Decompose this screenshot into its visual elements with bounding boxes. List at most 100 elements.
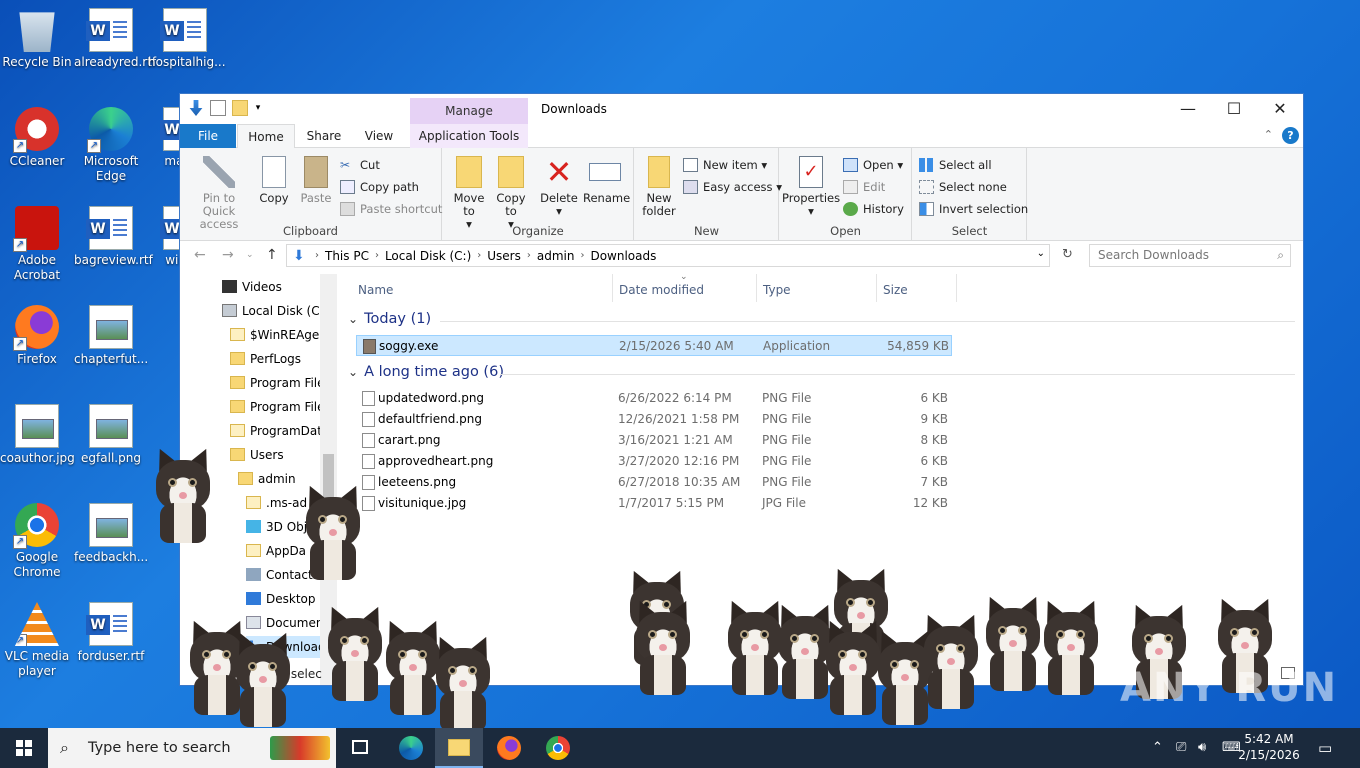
search-input[interactable]: Search Downloads ⌕: [1089, 244, 1291, 267]
desktop-icon-firefox[interactable]: Firefox: [0, 305, 74, 367]
customize-dropdown-icon[interactable]: ▾: [254, 100, 262, 116]
desktop-icon-coauthor[interactable]: coauthor.jpg: [0, 404, 75, 466]
taskbar-chrome[interactable]: [533, 728, 581, 768]
copy-to-button[interactable]: Copy to ▾: [491, 156, 531, 231]
select-all-button[interactable]: Select all: [919, 156, 992, 174]
desktop-icon-bagreview[interactable]: bagreview.rtf: [74, 206, 153, 268]
copy-button[interactable]: Copy: [254, 156, 294, 205]
desktop-icon-hospitalhig[interactable]: hospitalhig...: [148, 8, 226, 70]
file-row[interactable]: approvedheart.png 3/27/2020 12:16 PM PNG…: [356, 451, 952, 472]
help-icon[interactable]: ?: [1282, 127, 1299, 144]
nav-item-programdata[interactable]: ProgramData: [230, 420, 329, 442]
move-to-button[interactable]: Move to ▾: [449, 156, 489, 231]
desktop-icon-alreadyred[interactable]: alreadyred.rtf: [74, 8, 156, 70]
pin-quick-access-button[interactable]: Pin to Quick access: [186, 156, 252, 231]
breadcrumb-local-disk[interactable]: Local Disk (C:): [385, 249, 471, 263]
start-button[interactable]: [0, 728, 48, 768]
select-none-button[interactable]: Select none: [919, 178, 1007, 196]
breadcrumb-this-pc[interactable]: This PC: [325, 249, 369, 263]
copy-path-button[interactable]: Copy path: [340, 178, 419, 196]
column-header-name[interactable]: Name: [358, 283, 393, 297]
nav-item-admin[interactable]: admin: [238, 468, 296, 490]
tab-home[interactable]: Home: [237, 124, 295, 149]
show-hidden-icons-button[interactable]: ⌃: [1152, 728, 1166, 768]
tab-share[interactable]: Share: [298, 124, 350, 148]
taskbar-search-box[interactable]: ⌕ Type here to search: [48, 728, 336, 768]
edge-icon: [87, 107, 133, 153]
delete-button[interactable]: ✕ Delete ▾: [539, 156, 579, 218]
desktop-icon-vlc[interactable]: VLC media player: [0, 602, 74, 679]
desktop-icon-chapterfut[interactable]: chapterfut...: [74, 305, 148, 367]
properties-button[interactable]: ✓ Properties ▾: [782, 156, 840, 218]
group-header-long-ago[interactable]: A long time ago (6): [348, 364, 504, 380]
new-item-button[interactable]: New item ▾: [683, 156, 767, 174]
desktop-icon-chrome[interactable]: Google Chrome: [0, 503, 74, 580]
nav-item-perflogs[interactable]: PerfLogs: [230, 348, 301, 370]
cut-label: Cut: [360, 158, 380, 172]
volume-icon[interactable]: 🔊︎: [1198, 728, 1214, 768]
nav-item-local-disk[interactable]: Local Disk (C:): [222, 300, 328, 322]
paste-shortcut-button[interactable]: Paste shortcut: [340, 200, 442, 218]
task-view-button[interactable]: [336, 728, 384, 768]
recent-dropdown-icon[interactable]: ⌄: [246, 250, 254, 260]
nav-item-winreagent[interactable]: $WinREAgent: [230, 324, 332, 346]
taskbar-firefox[interactable]: [484, 728, 532, 768]
address-bar[interactable]: ⬇ › This PC › Local Disk (C:) › Users › …: [286, 244, 1050, 267]
file-row[interactable]: visitunique.jpg 1/7/2017 5:15 PM JPG Fil…: [356, 493, 952, 514]
breadcrumb-users[interactable]: Users: [487, 249, 521, 263]
taskbar-clock[interactable]: 5:42 AM 2/15/2026: [1234, 731, 1304, 763]
desktop-icon-feedbackh[interactable]: feedbackh...: [74, 503, 148, 565]
new-folder-button[interactable]: New folder: [639, 156, 679, 218]
nav-item-users[interactable]: Users: [230, 444, 284, 466]
taskbar-file-explorer[interactable]: [435, 728, 483, 768]
history-button[interactable]: History: [843, 200, 904, 218]
network-icon[interactable]: ⎚: [1176, 728, 1190, 768]
column-header-type[interactable]: Type: [763, 283, 791, 297]
breadcrumb-downloads[interactable]: Downloads: [590, 249, 656, 263]
breadcrumb-admin[interactable]: admin: [537, 249, 575, 263]
cut-button[interactable]: ✂ Cut: [340, 156, 380, 174]
tab-view[interactable]: View: [354, 124, 404, 148]
up-arrow-icon[interactable]: ↑: [266, 247, 278, 263]
file-row[interactable]: carart.png 3/16/2021 1:21 AM PNG File 8 …: [356, 430, 952, 451]
taskbar-edge[interactable]: [386, 728, 434, 768]
rename-button[interactable]: Rename: [583, 156, 630, 205]
file-row[interactable]: updatedword.png 6/26/2022 6:14 PM PNG Fi…: [356, 388, 952, 409]
desktop-icon-recycle-bin[interactable]: Recycle Bin: [0, 8, 74, 70]
close-button[interactable]: ✕: [1257, 94, 1303, 124]
file-row[interactable]: defaultfriend.png 12/26/2021 1:58 PM PNG…: [356, 409, 952, 430]
column-header-size[interactable]: Size: [883, 283, 908, 297]
tab-application-tools[interactable]: Application Tools: [410, 124, 528, 148]
edit-button[interactable]: Edit: [843, 178, 885, 196]
column-header-date[interactable]: Date modified: [619, 283, 704, 297]
notifications-icon[interactable]: ▭: [1318, 728, 1338, 768]
desktop-icon-egfall[interactable]: egfall.png: [74, 404, 148, 466]
file-row-soggy[interactable]: soggy.exe 2/15/2026 5:40 AM Application …: [356, 335, 952, 356]
file-row[interactable]: leeteens.png 6/27/2018 10:35 AM PNG File…: [356, 472, 952, 493]
forward-arrow-icon[interactable]: →: [222, 247, 234, 263]
refresh-icon[interactable]: ↻: [1062, 247, 1073, 262]
nav-item-videos[interactable]: Videos: [222, 276, 282, 298]
open-button[interactable]: Open ▾: [843, 156, 903, 174]
desktop-icon-edge[interactable]: Microsoft Edge: [74, 107, 148, 184]
nav-item-documents[interactable]: Documen: [246, 612, 323, 634]
easy-access-button[interactable]: Easy access ▾: [683, 178, 782, 196]
back-arrow-icon[interactable]: ←: [194, 247, 206, 263]
address-dropdown-icon[interactable]: ⌄: [1037, 248, 1045, 259]
properties-quick-icon[interactable]: [189, 100, 203, 116]
minimize-button[interactable]: —: [1165, 94, 1211, 124]
invert-selection-button[interactable]: Invert selection: [919, 200, 1028, 218]
tab-file[interactable]: File: [180, 124, 236, 148]
collapse-ribbon-icon[interactable]: ⌃: [1264, 128, 1273, 141]
paste-button[interactable]: Paste: [296, 156, 336, 205]
nav-item-program-files[interactable]: Program Files: [230, 372, 331, 394]
check-quick-icon[interactable]: [210, 100, 226, 116]
group-header-today[interactable]: Today (1): [348, 311, 431, 327]
desktop-icon-ccleaner[interactable]: CCleaner: [0, 107, 74, 169]
desktop-icon-acrobat[interactable]: Adobe Acrobat: [0, 206, 74, 283]
maximize-button[interactable]: ☐: [1211, 94, 1257, 124]
nav-item-program-files-x86[interactable]: Program Files: [230, 396, 331, 418]
desktop-icon-forduser[interactable]: forduser.rtf: [74, 602, 148, 664]
new-folder-quick-icon[interactable]: [232, 100, 248, 116]
nav-item-desktop[interactable]: Desktop: [246, 588, 316, 610]
